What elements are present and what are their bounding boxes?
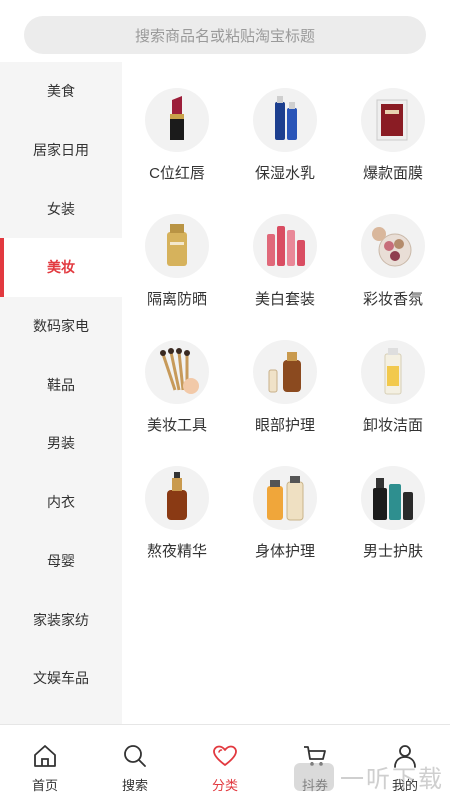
watermark-logo-icon: [294, 762, 334, 791]
subcategory-label: 男士护肤: [362, 543, 423, 560]
search-icon: [124, 745, 146, 767]
subcategory-label: 爆款面膜: [362, 165, 423, 182]
eye-serum-icon: [253, 340, 317, 404]
tab-home[interactable]: 首页: [0, 725, 90, 800]
sidebar-item-label: 内衣: [47, 494, 75, 511]
sidebar-item-menswear[interactable]: 男装: [0, 414, 122, 473]
sidebar-item-label: 家装家纺: [33, 611, 89, 628]
sidebar-item-label: 美妆: [47, 259, 75, 276]
sidebar-item-home-textiles[interactable]: 家装家纺: [0, 590, 122, 649]
sidebar-item-shoes[interactable]: 鞋品: [0, 355, 122, 414]
sidebar-item-label: 数码家电: [33, 318, 89, 335]
watermark: 一听下载: [294, 759, 444, 794]
watermark-text: 一听下载: [340, 766, 444, 793]
subcategory-item[interactable]: 保湿水乳: [231, 88, 339, 214]
tab-search[interactable]: 搜索: [90, 725, 180, 800]
sidebar-item-food[interactable]: 美食: [0, 62, 122, 121]
sidebar-item-label: 美食: [47, 83, 75, 100]
subcategory-item[interactable]: 美妆工具: [123, 340, 231, 466]
skincare-set-icon: [253, 214, 317, 278]
subcategory-label: 美白套装: [254, 291, 315, 308]
subcategory-label: 彩妆香氛: [362, 291, 423, 308]
subcategory-grid: C位红唇 保湿水乳 爆款面膜 隔离防晒 美白套装 彩妆香氛 美妆工具 眼部护理 …: [122, 88, 450, 592]
subcategory-label: 身体护理: [254, 543, 315, 560]
subcategory-item[interactable]: 男士护肤: [339, 466, 447, 592]
tab-label: 搜索: [121, 778, 148, 793]
sunscreen-icon: [145, 214, 209, 278]
eyeshadow-palette-icon: [361, 214, 425, 278]
heart-icon: [213, 745, 237, 766]
subcategory-item[interactable]: 彩妆香氛: [339, 214, 447, 340]
sidebar-item-label: 居家日用: [33, 142, 89, 159]
tab-label: 分类: [211, 778, 238, 793]
tab-category[interactable]: 分类: [180, 725, 270, 800]
subcategory-item[interactable]: 美白套装: [231, 214, 339, 340]
subcategory-item[interactable]: 隔离防晒: [123, 214, 231, 340]
sidebar-item-label: 女装: [47, 200, 75, 217]
subcategory-item[interactable]: C位红唇: [123, 88, 231, 214]
subcategory-label: C位红唇: [149, 165, 205, 182]
sidebar-item-entertainment-car[interactable]: 文娱车品: [0, 649, 122, 708]
sidebar-item-label: 母婴: [47, 552, 75, 569]
sidebar-item-underwear[interactable]: 内衣: [0, 473, 122, 532]
subcategory-item[interactable]: 爆款面膜: [339, 88, 447, 214]
subcategory-item[interactable]: 卸妆洁面: [339, 340, 447, 466]
sidebar-item-label: 文娱车品: [33, 670, 89, 687]
subcategory-item[interactable]: 熬夜精华: [123, 466, 231, 592]
subcategory-label: 卸妆洁面: [362, 417, 423, 434]
lotion-bottle-icon: [253, 88, 317, 152]
subcategory-label: 美妆工具: [146, 417, 207, 434]
search-input[interactable]: 搜索商品名或粘贴淘宝标题: [24, 16, 426, 54]
face-mask-icon: [361, 88, 425, 152]
subcategory-label: 眼部护理: [254, 417, 315, 434]
lipstick-icon: [145, 88, 209, 152]
search-placeholder: 搜索商品名或粘贴淘宝标题: [134, 27, 315, 45]
makeup-brushes-icon: [145, 340, 209, 404]
sidebar-item-label: 男装: [47, 435, 75, 452]
subcategory-label: 保湿水乳: [254, 165, 315, 182]
sidebar-item-electronics[interactable]: 数码家电: [0, 297, 122, 356]
subcategory-label: 隔离防晒: [146, 291, 207, 308]
home-icon: [34, 745, 56, 767]
sidebar-item-household[interactable]: 居家日用: [0, 121, 122, 180]
tab-label: 首页: [31, 778, 58, 793]
essence-bottle-icon: [145, 466, 209, 530]
category-content: C位红唇 保湿水乳 爆款面膜 隔离防晒 美白套装 彩妆香氛 美妆工具 眼部护理 …: [122, 62, 450, 724]
subcategory-item[interactable]: 眼部护理: [231, 340, 339, 466]
sidebar-item-baby[interactable]: 母婴: [0, 532, 122, 591]
category-sidebar: 美食 居家日用 女装 美妆 数码家电 鞋品 男装 内衣 母婴 家装家纺 文娱车品: [0, 62, 122, 724]
subcategory-label: 熬夜精华: [146, 543, 207, 560]
body-care-icon: [253, 466, 317, 530]
cleanser-bottle-icon: [361, 340, 425, 404]
search-header: 搜索商品名或粘贴淘宝标题: [0, 0, 450, 62]
sidebar-item-womens-wear[interactable]: 女装: [0, 179, 122, 238]
sidebar-item-label: 鞋品: [47, 376, 75, 393]
men-skincare-icon: [361, 466, 425, 530]
subcategory-item[interactable]: 身体护理: [231, 466, 339, 592]
sidebar-item-beauty[interactable]: 美妆: [0, 238, 122, 297]
